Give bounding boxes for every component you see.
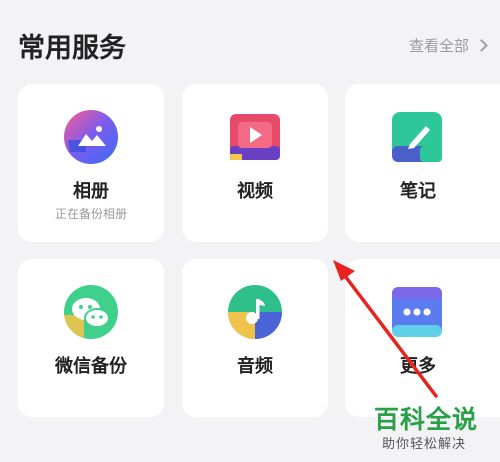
service-label: 音频 — [237, 356, 273, 377]
service-label: 视频 — [237, 181, 273, 202]
service-status: 正在备份相册 — [54, 207, 127, 221]
watermark: 百科全说 助你轻松解决 — [364, 398, 500, 462]
service-card-album[interactable]: 相册 正在备份相册 — [18, 84, 164, 242]
view-all-label: 查看全部 — [408, 37, 469, 55]
wechat-backup-icon — [64, 285, 118, 339]
service-label: 微信备份 — [55, 356, 127, 377]
watermark-subtitle: 助你轻松解决 — [382, 437, 467, 452]
section-header: 常用服务 查看全部 — [0, 0, 500, 82]
service-card-more[interactable]: 更多 — [345, 259, 500, 417]
more-icon — [392, 287, 442, 337]
service-card-wechat-backup[interactable]: 微信备份 — [18, 259, 164, 417]
album-icon — [64, 110, 118, 164]
view-all-link[interactable]: 查看全部 — [408, 35, 488, 56]
chevron-right-icon — [475, 39, 488, 52]
service-card-video[interactable]: 视频 — [182, 84, 328, 242]
service-card-audio[interactable]: 音频 — [182, 259, 328, 417]
service-label: 笔记 — [400, 181, 436, 202]
service-label: 更多 — [400, 356, 436, 377]
section-title: 常用服务 — [18, 33, 126, 64]
notes-icon — [392, 112, 442, 162]
audio-icon — [228, 285, 282, 339]
service-card-notes[interactable]: 笔记 — [345, 84, 500, 242]
watermark-title: 百科全说 — [374, 405, 479, 434]
video-icon — [230, 114, 280, 160]
services-page: 常用服务 查看全部 相册 正在备份相册 视频 笔记 微信备份 音频 更多 百科全… — [0, 0, 500, 462]
service-label: 相册 — [73, 181, 109, 202]
